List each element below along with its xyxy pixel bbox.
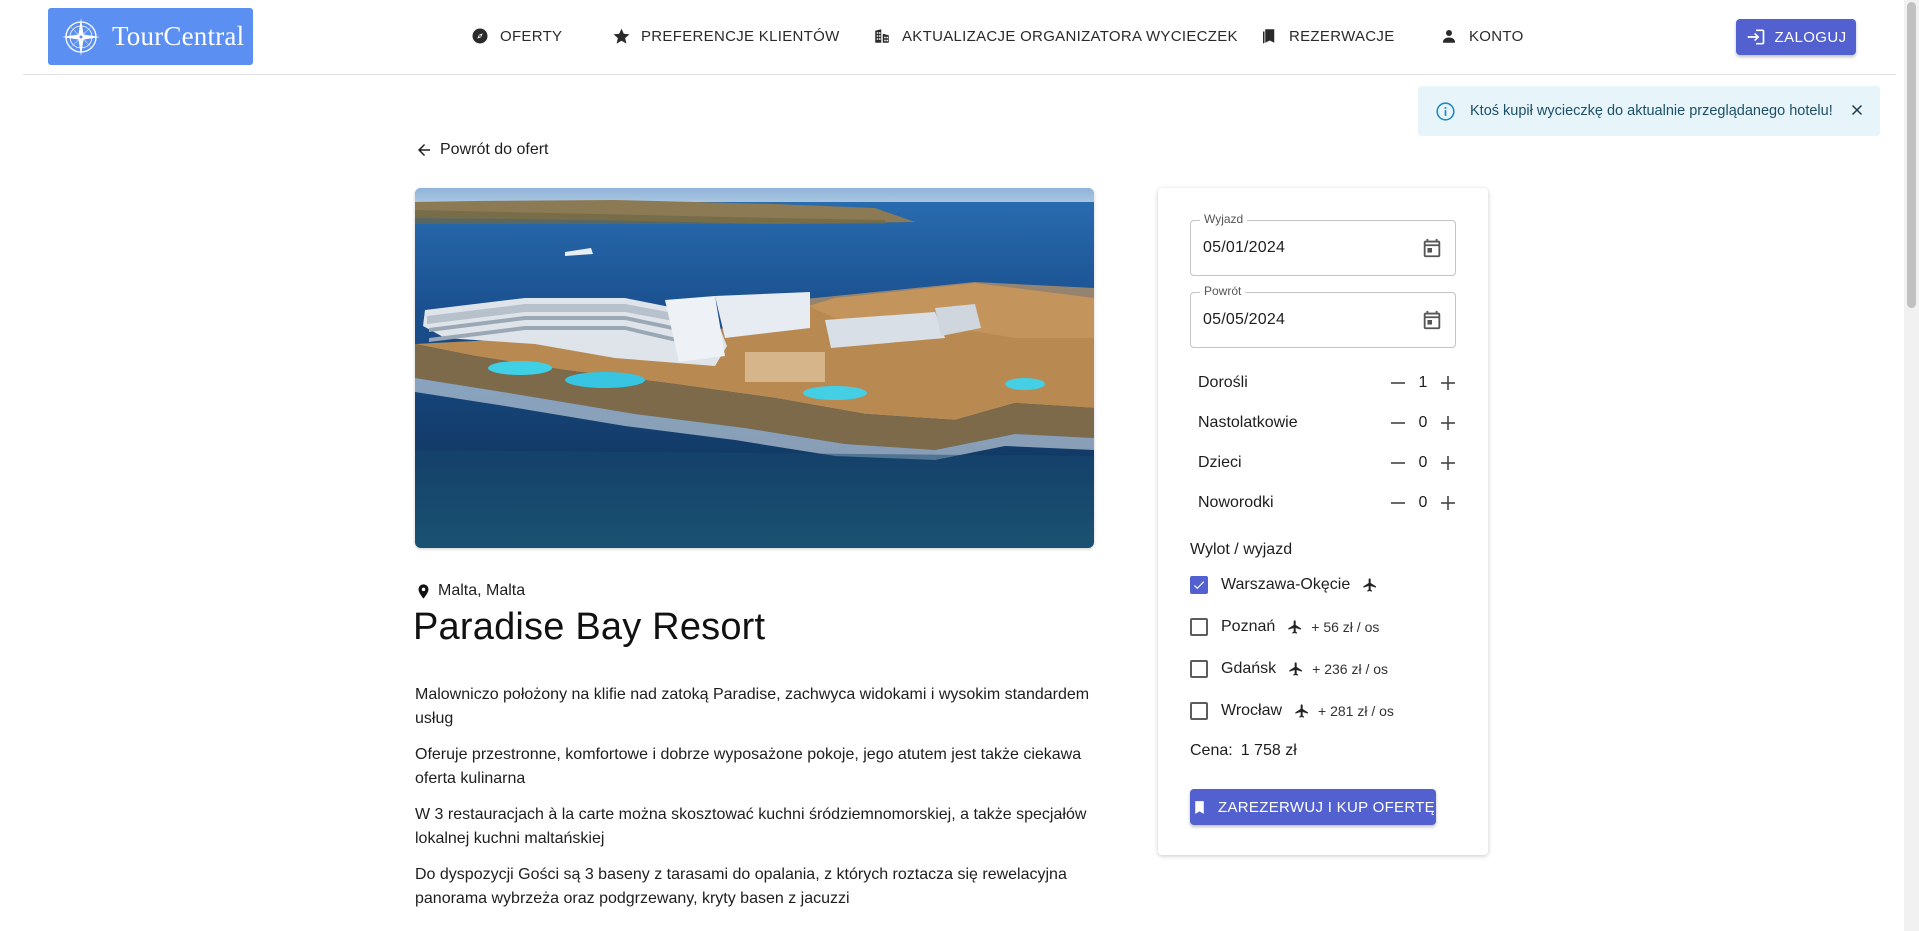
- hotel-description: Malowniczo położony na klifie nad zatoką…: [415, 683, 1095, 923]
- person-icon: [1439, 26, 1459, 46]
- calendar-icon[interactable]: [1421, 309, 1443, 331]
- plus-icon[interactable]: [1438, 373, 1458, 393]
- quantity-stepper: 0: [1388, 453, 1458, 473]
- compass-icon: [470, 26, 490, 46]
- plane-icon: [1288, 661, 1304, 677]
- price-value: 1 758 zł: [1240, 742, 1297, 759]
- airport-name: Wrocław: [1221, 702, 1283, 719]
- checkbox[interactable]: [1190, 702, 1208, 720]
- booking-card: Wyjazd 05/01/2024 Powrót 05/05/2024 Doro…: [1158, 188, 1488, 855]
- return-date-field[interactable]: Powrót 05/05/2024: [1190, 284, 1456, 348]
- reserve-label: ZAREZERWUJ I KUP OFERTĘ: [1218, 798, 1435, 816]
- minus-icon[interactable]: [1388, 453, 1408, 473]
- location-text: Malta, Malta: [438, 582, 526, 599]
- close-icon[interactable]: [1848, 101, 1866, 119]
- airport-option-wroclaw[interactable]: Wrocław + 281 zł / os: [1190, 699, 1394, 723]
- quantity-stepper: 0: [1388, 493, 1458, 513]
- airport-name: Warszawa-Okęcie: [1221, 576, 1351, 593]
- passenger-label: Dzieci: [1198, 454, 1242, 471]
- nav-item-aktualizacje[interactable]: AKTUALIZACJE ORGANIZATORA WYCIECZEK: [872, 26, 1238, 46]
- hotel-name: Paradise Bay Resort: [413, 606, 766, 648]
- nav-item-rezerwacje[interactable]: REZERWACJE: [1259, 26, 1395, 46]
- passenger-row-infants: Noworodki 0: [1198, 491, 1458, 515]
- departure-date-field[interactable]: Wyjazd 05/01/2024: [1190, 212, 1456, 276]
- back-to-offers-link[interactable]: Powrót do ofert: [415, 141, 549, 159]
- plane-icon: [1294, 703, 1310, 719]
- login-button[interactable]: ZALOGUJ: [1736, 19, 1856, 55]
- airport-surcharge: + 56 zł / os: [1311, 619, 1380, 635]
- nav-label: REZERWACJE: [1289, 27, 1395, 45]
- passenger-label: Nastolatkowie: [1198, 414, 1298, 431]
- minus-icon[interactable]: [1388, 413, 1408, 433]
- airport-surcharge: + 236 zł / os: [1312, 661, 1389, 677]
- airport-name: Gdańsk: [1221, 660, 1277, 677]
- airport-option-gdansk[interactable]: Gdańsk + 236 zł / os: [1190, 657, 1388, 681]
- nav-label: PREFERENCJE KLIENTÓW: [641, 27, 840, 45]
- plus-icon[interactable]: [1438, 413, 1458, 433]
- description-paragraph: W 3 restauracjach à la carte można skosz…: [415, 806, 1087, 847]
- login-label: ZALOGUJ: [1774, 28, 1847, 46]
- departure-airport-heading: Wylot / wyjazd: [1190, 541, 1293, 558]
- top-header: TourCentral OFERTY PREFERENCJE KLIENTÓW …: [23, 0, 1896, 75]
- passenger-count: 0: [1418, 454, 1428, 471]
- location-pin-icon: [415, 583, 432, 600]
- passenger-count: 0: [1418, 414, 1428, 431]
- return-value[interactable]: 05/05/2024: [1203, 311, 1285, 329]
- back-label: Powrót do ofert: [440, 141, 549, 158]
- airport-option-poznan[interactable]: Poznań + 56 zł / os: [1190, 615, 1379, 639]
- plus-icon[interactable]: [1438, 493, 1458, 513]
- main-nav: OFERTY PREFERENCJE KLIENTÓW AKTUALIZACJE…: [23, 0, 1896, 73]
- departure-label: Wyjazd: [1200, 212, 1248, 226]
- nav-item-preferencje[interactable]: PREFERENCJE KLIENTÓW: [611, 26, 840, 46]
- airport-name: Poznań: [1221, 618, 1276, 635]
- price-display: Cena: 1 758 zł: [1190, 742, 1297, 760]
- nav-label: KONTO: [1469, 27, 1524, 45]
- hotel-photo: [415, 188, 1094, 548]
- reserve-and-buy-button[interactable]: ZAREZERWUJ I KUP OFERTĘ: [1190, 789, 1436, 825]
- passenger-label: Dorośli: [1198, 374, 1248, 391]
- toast-message: Ktoś kupił wycieczkę do aktualnie przegl…: [1470, 103, 1833, 119]
- passenger-count: 1: [1418, 374, 1428, 391]
- checkbox[interactable]: [1190, 576, 1208, 594]
- description-paragraph: Oferuje przestronne, komfortowe i dobrze…: [415, 746, 1082, 787]
- nav-label: OFERTY: [500, 27, 563, 45]
- info-icon: [1435, 101, 1456, 122]
- return-label: Powrót: [1200, 284, 1246, 298]
- nav-item-konto[interactable]: KONTO: [1439, 26, 1524, 46]
- page-scrollbar[interactable]: [1904, 0, 1919, 931]
- departure-value[interactable]: 05/01/2024: [1203, 239, 1285, 257]
- checkbox[interactable]: [1190, 618, 1208, 636]
- info-toast: Ktoś kupił wycieczkę do aktualnie przegl…: [1418, 86, 1880, 136]
- bookmarks-icon: [1259, 26, 1279, 46]
- nav-label: AKTUALIZACJE ORGANIZATORA WYCIECZEK: [902, 27, 1238, 45]
- passenger-count: 0: [1418, 494, 1428, 511]
- passenger-row-teens: Nastolatkowie 0: [1198, 411, 1458, 435]
- minus-icon[interactable]: [1388, 373, 1408, 393]
- hotel-location: Malta, Malta: [415, 582, 525, 600]
- nav-item-oferty[interactable]: OFERTY: [470, 26, 562, 46]
- minus-icon[interactable]: [1388, 493, 1408, 513]
- building-icon: [872, 26, 892, 46]
- star-icon: [611, 26, 631, 46]
- quantity-stepper: 0: [1388, 413, 1458, 433]
- price-label: Cena:: [1190, 742, 1233, 759]
- passenger-row-children: Dzieci 0: [1198, 451, 1458, 475]
- bookmark-icon: [1191, 799, 1208, 816]
- arrow-left-icon: [415, 141, 433, 159]
- airport-option-warszawa[interactable]: Warszawa-Okęcie: [1190, 573, 1378, 597]
- description-paragraph: Do dyspozycji Gości są 3 baseny z tarasa…: [415, 866, 1067, 907]
- login-icon: [1746, 27, 1766, 47]
- checkbox[interactable]: [1190, 660, 1208, 678]
- calendar-icon[interactable]: [1421, 237, 1443, 259]
- quantity-stepper: 1: [1388, 373, 1458, 393]
- passenger-row-adults: Dorośli 1: [1198, 371, 1458, 395]
- airport-surcharge: + 281 zł / os: [1318, 703, 1394, 719]
- passenger-label: Noworodki: [1198, 494, 1274, 511]
- plane-icon: [1362, 577, 1378, 593]
- plus-icon[interactable]: [1438, 453, 1458, 473]
- description-paragraph: Malowniczo położony na klifie nad zatoką…: [415, 686, 1090, 727]
- scrollbar-thumb[interactable]: [1907, 2, 1916, 308]
- plane-icon: [1287, 619, 1303, 635]
